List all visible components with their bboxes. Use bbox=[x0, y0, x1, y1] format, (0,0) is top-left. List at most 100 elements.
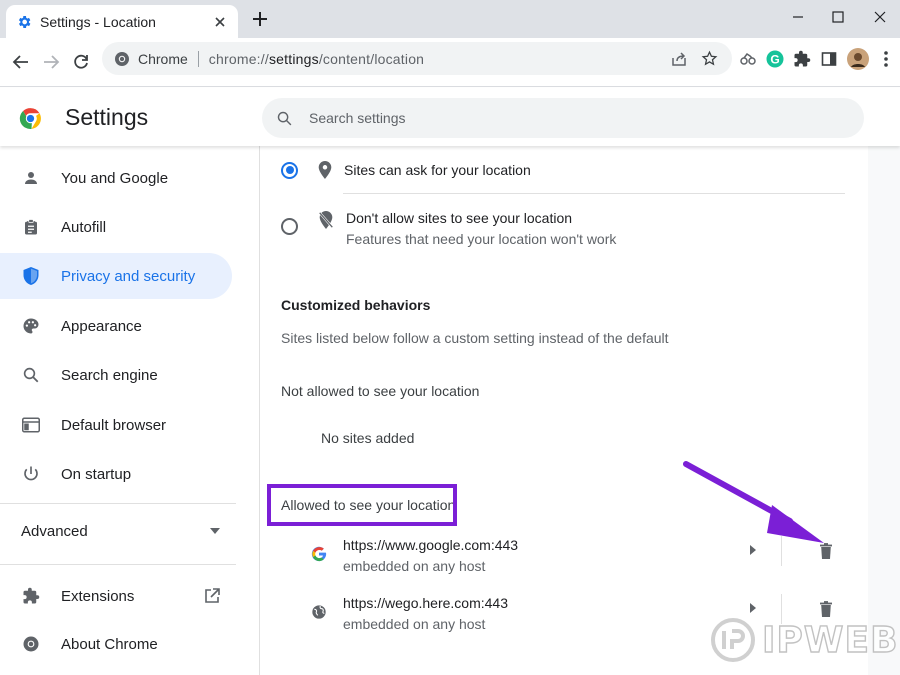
tab-title: Settings - Location bbox=[40, 13, 156, 30]
share-icon[interactable] bbox=[668, 48, 690, 70]
site-row-google[interactable]: https://www.google.com:443 embedded on a… bbox=[261, 534, 868, 592]
globe-icon bbox=[311, 604, 327, 620]
search-settings-input[interactable]: Search settings bbox=[262, 98, 864, 138]
radio-unselected[interactable] bbox=[281, 218, 298, 235]
sidebar-item-advanced[interactable]: Advanced bbox=[0, 508, 236, 554]
settings-main: Sites can ask for your location Don't al… bbox=[261, 146, 900, 675]
shield-icon bbox=[20, 265, 42, 287]
sidebar-item-you-and-google[interactable]: You and Google bbox=[0, 155, 232, 201]
sidebar-item-search-engine[interactable]: Search engine bbox=[0, 352, 232, 398]
address-bar[interactable]: Chrome chrome://settings/content/locatio… bbox=[102, 42, 732, 75]
chrome-outline-icon bbox=[20, 633, 42, 655]
search-placeholder: Search settings bbox=[309, 110, 406, 126]
chrome-chip[interactable]: Chrome bbox=[114, 51, 188, 67]
sidebar-about-label: About Chrome bbox=[61, 635, 158, 653]
chrome-logo-icon bbox=[114, 51, 130, 67]
site-url: https://www.google.com:443 bbox=[343, 537, 519, 553]
watermark-text: IPWEB bbox=[761, 619, 899, 661]
delete-trash-icon[interactable] bbox=[816, 541, 836, 561]
sidebar-item-label: Search engine bbox=[61, 366, 158, 384]
settings-header: Settings Search settings bbox=[0, 88, 900, 146]
reload-icon[interactable] bbox=[66, 47, 96, 77]
grammarly-icon[interactable]: G bbox=[763, 47, 787, 71]
settings-title: Settings bbox=[65, 104, 149, 130]
sidebar-item-label: On startup bbox=[61, 465, 132, 483]
browser-window-icon bbox=[20, 414, 42, 436]
sidebar-item-label: Appearance bbox=[61, 317, 142, 335]
sidebar-item-privacy-and-security[interactable]: Privacy and security bbox=[0, 253, 232, 299]
customized-desc: Sites listed below follow a custom setti… bbox=[281, 330, 669, 346]
sidebar-item-label: Autofill bbox=[61, 218, 107, 236]
option-block[interactable]: Don't allow sites to see your location F… bbox=[281, 210, 616, 247]
watermark-logo-icon bbox=[710, 617, 756, 663]
sidebar-item-label: Privacy and security bbox=[61, 267, 196, 285]
caret-down-icon bbox=[210, 528, 220, 534]
location-card: Sites can ask for your location Don't al… bbox=[261, 146, 868, 675]
forward-arrow-icon[interactable] bbox=[36, 47, 66, 77]
tab-settings-location[interactable]: Settings - Location bbox=[6, 5, 238, 38]
new-tab-plus-icon[interactable] bbox=[250, 9, 270, 29]
google-g-icon bbox=[311, 546, 327, 562]
delete-trash-icon[interactable] bbox=[816, 599, 836, 619]
sidebar-divider bbox=[0, 503, 236, 504]
more-menu-icon[interactable] bbox=[874, 47, 898, 71]
site-sub: embedded on any host bbox=[343, 558, 486, 574]
sidebar-item-label: You and Google bbox=[61, 169, 169, 187]
sidebar-item-on-startup[interactable]: On startup bbox=[0, 451, 232, 497]
row-separator bbox=[781, 536, 782, 566]
chevron-right-icon[interactable] bbox=[748, 601, 760, 615]
url-path: /content/location bbox=[318, 50, 425, 67]
location-pin-icon bbox=[318, 161, 332, 179]
omnibox-separator bbox=[197, 50, 199, 67]
url-host: settings bbox=[268, 50, 319, 67]
option-block-text: Don't allow sites to see your location F… bbox=[346, 210, 616, 247]
sidebar-item-default-browser[interactable]: Default browser bbox=[0, 402, 232, 448]
site-url: https://wego.here.com:443 bbox=[343, 595, 508, 611]
option-block-label: Don't allow sites to see your location bbox=[346, 210, 573, 226]
maximize-icon[interactable] bbox=[818, 0, 858, 34]
not-allowed-heading: Not allowed to see your location bbox=[281, 383, 480, 399]
option-allow-ask[interactable]: Sites can ask for your location bbox=[281, 161, 531, 179]
gear-icon bbox=[16, 14, 32, 30]
extensions-puzzle-icon bbox=[20, 585, 42, 607]
annotation-highlight-box bbox=[267, 484, 457, 526]
palette-icon bbox=[20, 315, 42, 337]
sidebar-divider bbox=[0, 564, 236, 565]
power-icon bbox=[20, 463, 42, 485]
sidebar-item-about-chrome[interactable]: About Chrome bbox=[0, 621, 232, 667]
back-arrow-icon[interactable] bbox=[6, 47, 36, 77]
minimize-icon[interactable] bbox=[778, 0, 818, 34]
browser-toolbar: Chrome chrome://settings/content/locatio… bbox=[0, 38, 900, 87]
sidebar-item-appearance[interactable]: Appearance bbox=[0, 303, 232, 349]
clipboard-icon bbox=[20, 216, 42, 238]
no-sites-text: No sites added bbox=[321, 430, 415, 446]
watermark: IPWEB bbox=[710, 617, 899, 663]
url-text[interactable]: chrome://settings/content/location bbox=[209, 51, 660, 67]
profile-avatar[interactable] bbox=[846, 47, 870, 71]
extensions-puzzle-icon[interactable] bbox=[790, 47, 814, 71]
close-tab-icon[interactable] bbox=[212, 14, 228, 30]
chrome-logo-icon bbox=[18, 106, 43, 131]
tab-strip: Settings - Location bbox=[0, 0, 900, 38]
radio-selected[interactable] bbox=[281, 161, 298, 179]
close-window-icon[interactable] bbox=[860, 0, 900, 34]
customized-heading: Customized behaviors bbox=[281, 297, 431, 313]
search-icon bbox=[276, 110, 293, 127]
chevron-right-icon[interactable] bbox=[748, 543, 760, 557]
side-panel-icon[interactable] bbox=[817, 47, 841, 71]
sidebar-item-label: Default browser bbox=[61, 416, 167, 434]
sidebar-item-extensions[interactable]: Extensions bbox=[0, 573, 236, 619]
chip-label: Chrome bbox=[138, 50, 188, 67]
option-ask-label: Sites can ask for your location bbox=[344, 162, 531, 178]
sidebar-extensions-label: Extensions bbox=[61, 587, 135, 605]
tracking-extension-icon[interactable] bbox=[736, 47, 760, 71]
option-divider bbox=[343, 193, 845, 194]
search-icon bbox=[20, 364, 42, 386]
option-block-desc: Features that need your location won't w… bbox=[346, 231, 617, 247]
settings-sidebar: You and Google Autofill Privacy and secu… bbox=[0, 146, 260, 675]
bookmark-star-icon[interactable] bbox=[698, 48, 720, 70]
person-icon bbox=[20, 167, 42, 189]
sidebar-item-autofill[interactable]: Autofill bbox=[0, 204, 232, 250]
open-external-icon bbox=[204, 588, 220, 604]
site-sub: embedded on any host bbox=[343, 616, 486, 632]
